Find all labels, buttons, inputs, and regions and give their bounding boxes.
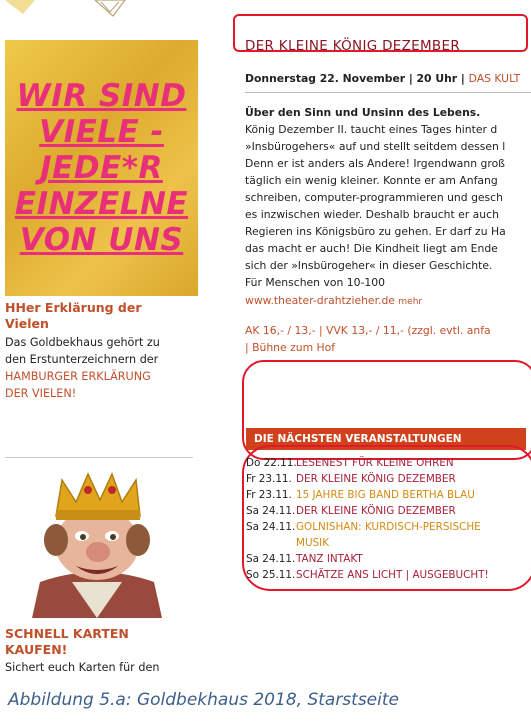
description-line: Regieren ins Königsbüro zu gehen. Er dar… (245, 225, 506, 238)
description-line: Für Menschen von 10-100 (245, 276, 385, 289)
event-date: Sa 24.11. (246, 553, 296, 565)
figure-caption: Abbildung 5.a: Goldbekhaus 2018, Starsts… (8, 690, 399, 710)
hamburger-erklaerung-link[interactable]: DER VIELEN! (5, 385, 160, 402)
more-link[interactable]: mehr (398, 297, 422, 307)
top-decoration-image (5, 0, 126, 17)
event-title-link[interactable]: LESENEST FÜR KLEINE OHREN (296, 457, 454, 469)
event-title-link[interactable]: TANZ INTAKT (296, 553, 363, 565)
text-line: Das Goldbekhaus gehört zu (5, 336, 160, 349)
poster-line: VIELE - (39, 114, 164, 150)
divider (5, 457, 193, 458)
event-title-link[interactable]: MUSIK (296, 537, 329, 549)
sidebar-heading-erklaerung[interactable]: HHer Erklärung der Vielen (5, 300, 142, 332)
event-date: Fr 23.11. (246, 489, 292, 501)
text-line: den Erstunterzeichnern der (5, 353, 159, 366)
heading-line: SCHNELL KARTEN (5, 626, 129, 641)
description-line: schreiben, computer-programmieren und ge… (245, 191, 503, 204)
event-date: Do 22.11. (246, 457, 297, 469)
event-subtitle: Über den Sinn und Unsinn des Lebens. (245, 106, 481, 119)
event-row[interactable]: So 25.11.SCHÄTZE ANS LICHT | AUSGEBUCHT! (246, 567, 531, 583)
description-line: Denn er ist anders als Andere! Irgendwan… (245, 157, 505, 170)
heading-line: HHer Erklärung der (5, 300, 142, 315)
event-row[interactable]: Fr 23.11. DER KLEINE KÖNIG DEZEMBER (246, 471, 531, 487)
description-line: es inzwischen wieder. Deshalb braucht er… (245, 208, 499, 221)
description-line: täglich ein wenig kleiner. Konnte er am … (245, 174, 498, 187)
poster-image[interactable]: WIR SIND VIELE - JEDE*R EINZELNE VON UNS (5, 40, 198, 296)
poster-line: EINZELNE (14, 186, 189, 222)
poster-line: VON UNS (19, 222, 184, 258)
event-row[interactable]: Fr 23.11. 15 JAHRE BIG BAND BERTHA BLAU (246, 487, 531, 503)
price-info: AK 16,- / 13,- | VVK 13,- / 11,- (zzgl. … (245, 324, 491, 337)
event-title-link[interactable]: 15 JAHRE BIG BAND BERTHA BLAU (296, 489, 475, 501)
description-line: König Dezember II. taucht eines Tages hi… (245, 123, 498, 136)
sidebar-heading-karten[interactable]: SCHNELL KARTEN KAUFEN! (5, 626, 129, 658)
poster-line: JEDE*R (40, 150, 163, 186)
page-title: DER KLEINE KÖNIG DEZEMBER (245, 38, 460, 54)
event-row[interactable]: Do 22.11.LESENEST FÜR KLEINE OHREN (246, 455, 531, 471)
event-row-continued[interactable]: MUSIK (246, 535, 531, 551)
divider (245, 92, 531, 93)
description-line: sich der »Insbürogeher« in dieser Geschi… (245, 259, 493, 272)
event-title-link[interactable]: DER KLEINE KÖNIG DEZEMBER (296, 473, 456, 485)
heading-line: Vielen (5, 316, 49, 331)
website-link[interactable]: www.theater-drahtzieher.de (245, 294, 395, 307)
description-line: »Insbürogehers« auf und stellt seitdem d… (245, 140, 506, 153)
event-title-link[interactable]: GOLNISHAN: KURDISCH-PERSISCHE (296, 521, 481, 533)
heading-line: KAUFEN! (5, 642, 68, 657)
event-meta: Donnerstag 22. November | 20 Uhr | DAS K… (245, 70, 531, 87)
event-date: Fr 23.11. (246, 473, 292, 485)
stage-info[interactable]: | Bühne zum Hof (245, 339, 531, 356)
event-description: König Dezember II. taucht eines Tages hi… (245, 121, 531, 291)
website-row: www.theater-drahtzieher.de mehr (245, 292, 531, 311)
event-title-link[interactable]: DER KLEINE KÖNIG DEZEMBER (296, 505, 456, 517)
sidebar-text-karten: Sichert euch Karten für den (5, 659, 159, 676)
poster-line: WIR SIND (16, 78, 187, 114)
description-line: das macht er auch! Die Kindheit liegt am… (245, 242, 498, 255)
king-puppet-image[interactable] (12, 470, 182, 618)
event-row[interactable]: Sa 24.11.GOLNISHAN: KURDISCH-PERSISCHE (246, 519, 531, 535)
text-line: Sichert euch Karten für den (5, 661, 160, 674)
sidebar-text-erklaerung: Das Goldbekhaus gehört zu den Erstunterz… (5, 334, 160, 402)
event-date-time: Donnerstag 22. November | 20 Uhr | (245, 72, 469, 85)
venue-link[interactable]: DAS KULT (469, 72, 521, 85)
event-date: Sa 24.11. (246, 521, 296, 533)
event-date: So 25.11. (246, 569, 296, 581)
event-title-link[interactable]: SCHÄTZE ANS LICHT | AUSGEBUCHT! (296, 569, 489, 581)
event-date: Sa 24.11. (246, 505, 296, 517)
event-row[interactable]: Sa 24.11.DER KLEINE KÖNIG DEZEMBER (246, 503, 531, 519)
hamburger-erklaerung-link[interactable]: HAMBURGER ERKLÄRUNG (5, 368, 160, 385)
event-row[interactable]: Sa 24.11.TANZ INTAKT (246, 551, 531, 567)
